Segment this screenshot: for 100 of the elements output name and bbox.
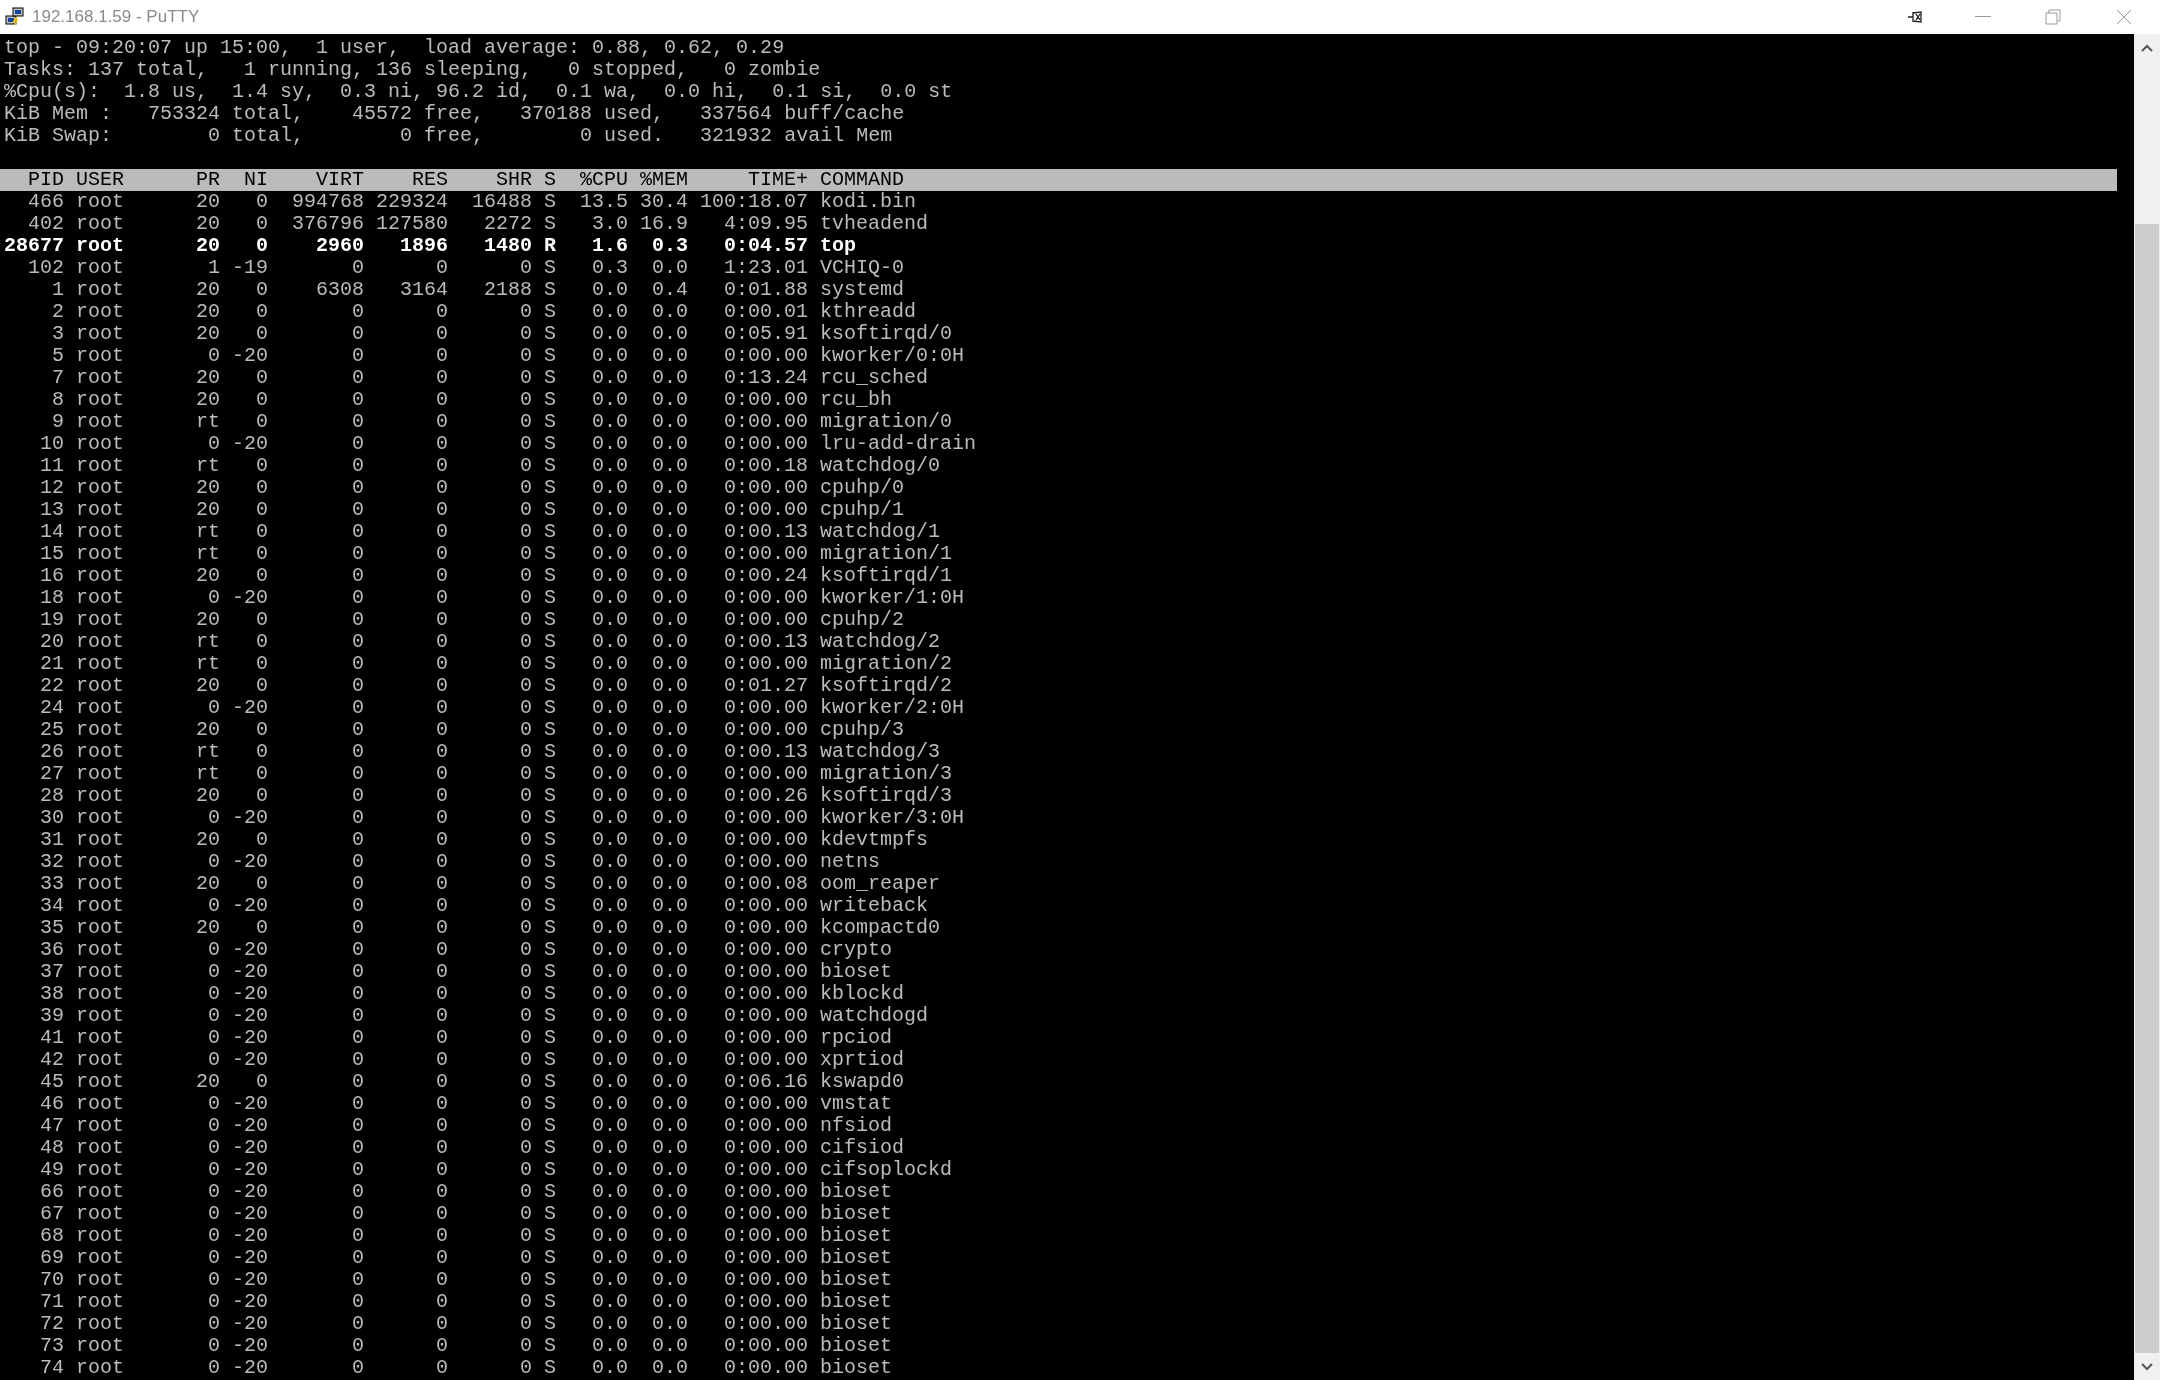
table-cell-text: 0:00.00 [723, 1291, 809, 1313]
table-cell-text: 0 [519, 1269, 532, 1291]
table-cell-text: 0 [519, 521, 532, 543]
table-cell-text: 0 [207, 587, 220, 609]
table-cell-text: 0 [435, 1225, 448, 1247]
table-cell-text: rt [195, 763, 220, 785]
table-cell-text: 15 [39, 543, 64, 565]
table-cell: -20 [232, 1159, 268, 1181]
table-cell-text: 0 [255, 1071, 268, 1093]
table-cell-text: 20 [195, 1071, 220, 1093]
table-cell-text: 24 [39, 697, 64, 719]
table-cell-text: root [76, 499, 125, 521]
table-cell-text: 0.0 [651, 543, 688, 565]
table-cell-text: 0 [435, 631, 448, 653]
table-cell: S [544, 1291, 556, 1313]
table-cell: kcompactd0 [820, 917, 941, 939]
column-header: %MEM [640, 169, 688, 191]
table-cell-text: 0 [351, 411, 364, 433]
table-cell-text: 0 [435, 609, 448, 631]
table-cell-text: 1 [51, 279, 64, 301]
table-cell-text: root [76, 191, 125, 213]
table-cell: S [544, 1357, 556, 1379]
minimize-icon [1975, 16, 1991, 18]
table-cell-text: 0 [207, 433, 220, 455]
table-cell: -20 [232, 1137, 268, 1159]
table-cell-text: 0 [207, 1247, 220, 1269]
table-cell-text: 73 [39, 1335, 64, 1357]
table-cell-text: 0.0 [651, 1291, 688, 1313]
table-cell: bioset [820, 1203, 893, 1225]
table-cell: S [544, 609, 556, 631]
table-cell: -20 [232, 433, 268, 455]
table-cell-text: 0 [519, 587, 532, 609]
scrollbar-thumb[interactable] [2135, 224, 2159, 1353]
table-cell-text: 0 [435, 895, 448, 917]
table-cell-text: root [76, 1291, 125, 1313]
table-cell-text: 0 [351, 1291, 364, 1313]
table-cell: cpuhp/3 [820, 719, 905, 741]
table-cell-text: 0 [435, 477, 448, 499]
table-cell-text: 0 [255, 279, 268, 301]
table-cell-text: 0 [435, 829, 448, 851]
restore-icon [2045, 9, 2061, 25]
table-cell-text: 0.0 [591, 917, 628, 939]
column-header: %CPU [579, 169, 628, 191]
table-cell-text: 0 [519, 961, 532, 983]
table-cell-text: 0 [351, 389, 364, 411]
table-cell: bioset [820, 1269, 893, 1291]
table-cell-text: 0:00.00 [723, 983, 809, 1005]
table-cell-text: 0.0 [651, 961, 688, 983]
table-cell-text: 0.3 [591, 257, 628, 279]
table-cell-text: root [76, 587, 125, 609]
table-cell-text: 0 [435, 1247, 448, 1269]
table-cell-text: 0 [351, 1159, 364, 1181]
table-cell: -20 [232, 1247, 268, 1269]
table-cell-text: 0 [255, 191, 268, 213]
table-cell-text: 0 [435, 1115, 448, 1137]
table-cell-text: 20 [195, 323, 220, 345]
table-cell: S [544, 1335, 556, 1357]
table-cell-text: 0:00.00 [723, 609, 809, 631]
table-cell-text: 0 [519, 807, 532, 829]
table-cell-text: 0:00.00 [723, 1093, 809, 1115]
table-cell-text: 0 [435, 1071, 448, 1093]
table-cell-text: 0 [519, 433, 532, 455]
table-cell-text: 0 [519, 455, 532, 477]
table-cell-text: 0:00.00 [723, 917, 809, 939]
table-cell-text: 0.0 [651, 719, 688, 741]
table-cell: bioset [820, 1357, 893, 1379]
table-cell-text: root [76, 1137, 125, 1159]
table-cell-text: rt [195, 455, 220, 477]
table-cell-text: 0 [435, 1093, 448, 1115]
table-cell-text: 0.0 [651, 829, 688, 851]
column-header: VIRT [315, 169, 364, 191]
table-cell-text: 9 [51, 411, 64, 433]
table-cell-text: 0 [351, 1269, 364, 1291]
table-cell-text: 0 [519, 301, 532, 323]
table-cell-text: 0.0 [651, 301, 688, 323]
table-cell-text: 0.0 [591, 1005, 628, 1027]
table-cell: 229324 [376, 191, 448, 213]
table-cell: S [544, 1203, 556, 1225]
table-cell-text: 0 [207, 1049, 220, 1071]
table-cell-text: 0 [435, 345, 448, 367]
table-cell-text: 0.0 [651, 917, 688, 939]
table-cell-text: root [76, 389, 125, 411]
table-cell-text: 0 [519, 1313, 532, 1335]
table-cell-text: 0 [519, 257, 532, 279]
table-cell-text: root [76, 1071, 125, 1093]
table-cell-text: 39 [39, 1005, 64, 1027]
table-cell: S [544, 257, 556, 279]
table-cell: S [544, 1137, 556, 1159]
table-cell: S [544, 345, 556, 367]
table-cell-text: 0 [351, 917, 364, 939]
table-cell-text: 0.0 [591, 1137, 628, 1159]
table-cell-text: 0.0 [591, 411, 628, 433]
table-cell-text: 20 [195, 565, 220, 587]
table-cell-text: 0 [519, 609, 532, 631]
table-cell-text: 0.0 [591, 1071, 628, 1093]
table-cell: -20 [232, 961, 268, 983]
table-cell-text: 0 [519, 1115, 532, 1137]
table-cell: kworker/0:0H [820, 345, 965, 367]
table-cell: S [544, 1115, 556, 1137]
table-cell-text: 16488 [471, 191, 532, 213]
